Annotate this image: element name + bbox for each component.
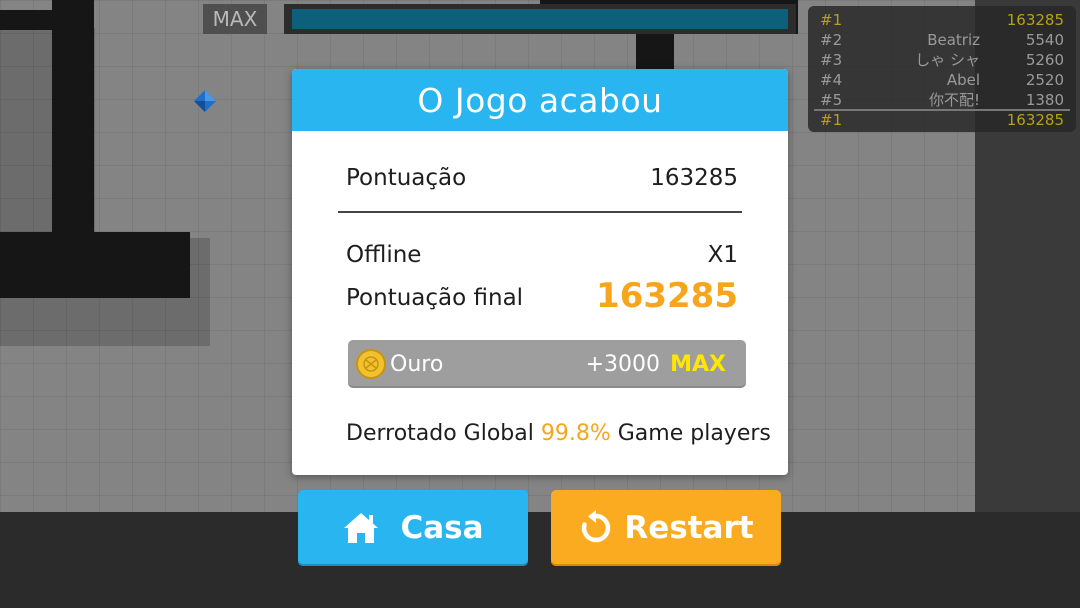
gold-reward-bar: Ouro +3000 MAX bbox=[348, 340, 746, 388]
offline-label: Offline bbox=[346, 242, 422, 268]
gold-label: Ouro bbox=[390, 352, 444, 377]
leaderboard-rank: #5 bbox=[820, 91, 843, 109]
offline-multiplier: X1 bbox=[707, 242, 738, 268]
leaderboard-rank: #4 bbox=[820, 71, 843, 89]
game-over-dialog: O Jogo acabou Pontuação 163285 Offline X… bbox=[292, 69, 788, 475]
dialog-divider bbox=[338, 211, 742, 213]
gold-amount: +3000 bbox=[585, 352, 660, 377]
restart-icon bbox=[578, 510, 614, 546]
final-score-label: Pontuação final bbox=[346, 285, 524, 311]
progress-bar-fill bbox=[292, 9, 788, 29]
leaderboard-rank: #1 bbox=[820, 111, 843, 129]
home-icon bbox=[342, 511, 380, 545]
leaderboard-name: Beatriz bbox=[927, 31, 980, 49]
leaderboard-row: #3 しゃ シャ 5260 bbox=[820, 50, 1064, 70]
restart-button[interactable]: Restart bbox=[551, 490, 781, 566]
hud-max-label: MAX bbox=[203, 4, 267, 34]
score-value: 163285 bbox=[650, 165, 738, 191]
leaderboard-score: 163285 bbox=[1006, 11, 1064, 29]
dialog-title: O Jogo acabou bbox=[292, 69, 788, 131]
leaderboard-row: #2 Beatriz 5540 bbox=[820, 30, 1064, 50]
home-button[interactable]: Casa bbox=[298, 490, 528, 566]
progress-bar bbox=[284, 4, 796, 34]
leaderboard-score: 1380 bbox=[1025, 91, 1064, 109]
leaderboard-name: しゃ シャ bbox=[915, 51, 980, 69]
restart-button-label: Restart bbox=[624, 510, 754, 546]
leaderboard-rank: #1 bbox=[820, 11, 843, 29]
defeat-suffix: Game players bbox=[617, 421, 771, 446]
final-score-row: Pontuação final 163285 bbox=[346, 276, 738, 319]
coin-icon bbox=[356, 349, 386, 379]
leaderboard-score: 5260 bbox=[1025, 51, 1064, 69]
leaderboard-score: 5540 bbox=[1025, 31, 1064, 49]
leaderboard-rank: #3 bbox=[820, 51, 843, 69]
defeat-summary: Derrotado Global 99.8% Game players bbox=[346, 421, 771, 446]
arena-floor bbox=[0, 512, 1080, 608]
leaderboard-row: #5 你不配! 1380 bbox=[820, 90, 1064, 110]
leaderboard: #1 163285 #2 Beatriz 5540 #3 しゃ シャ 5260 … bbox=[808, 6, 1076, 132]
home-button-label: Casa bbox=[400, 510, 484, 546]
leaderboard-name: Abel bbox=[946, 71, 980, 89]
diamond-gem-icon bbox=[194, 90, 216, 112]
leaderboard-row: #1 163285 bbox=[820, 10, 1064, 30]
leaderboard-score: 163285 bbox=[1006, 111, 1064, 129]
defeat-prefix: Derrotado Global bbox=[346, 421, 534, 446]
final-score-value: 163285 bbox=[596, 276, 738, 316]
leaderboard-self-row: #1 163285 bbox=[820, 110, 1064, 130]
gold-max-badge: MAX bbox=[670, 352, 726, 377]
leaderboard-name: 你不配! bbox=[928, 91, 980, 109]
leaderboard-rank: #2 bbox=[820, 31, 843, 49]
defeat-percent: 99.8% bbox=[540, 421, 611, 446]
score-label: Pontuação bbox=[346, 165, 467, 191]
leaderboard-row: #4 Abel 2520 bbox=[820, 70, 1064, 90]
leaderboard-score: 2520 bbox=[1025, 71, 1064, 89]
